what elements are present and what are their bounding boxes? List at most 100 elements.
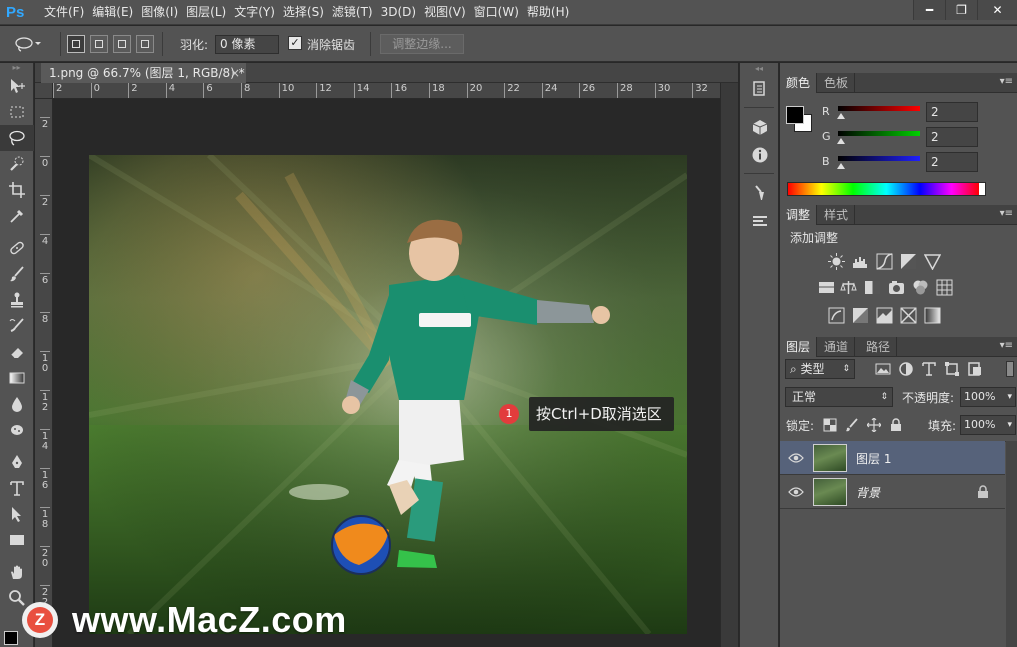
green-channel-track[interactable] — [838, 131, 920, 136]
restore-button[interactable]: ❐ — [945, 0, 977, 20]
panel-menu-icon[interactable]: ▾≡ — [1000, 76, 1013, 87]
exposure-icon[interactable] — [900, 253, 917, 270]
filter-type-icon[interactable] — [921, 361, 937, 377]
close-button[interactable]: ✕ — [977, 0, 1017, 20]
green-channel-value[interactable]: 2 — [926, 127, 978, 147]
layer-thumbnail[interactable] — [813, 478, 847, 506]
photo-filter-icon[interactable] — [888, 279, 905, 296]
lock-transparent-pixels-icon[interactable] — [823, 418, 837, 432]
horizontal-ruler[interactable]: 2 0 2 4 6 8 10 12 14 16 18 20 22 24 26 28 30 32 — [53, 83, 720, 99]
minimize-button[interactable]: ━ — [913, 0, 945, 20]
filter-adjustment-icon[interactable] — [898, 361, 914, 377]
hue-saturation-icon[interactable] — [818, 279, 835, 296]
move-tool[interactable] — [0, 73, 34, 99]
brightness-contrast-icon[interactable] — [828, 253, 845, 270]
quick-select-tool[interactable] — [0, 151, 34, 177]
eraser-tool[interactable] — [0, 339, 34, 365]
menu-layer[interactable]: 图层(L) — [186, 0, 234, 25]
filter-pixel-icon[interactable] — [875, 361, 891, 377]
gradient-map-icon[interactable] — [924, 307, 941, 324]
tab-paths[interactable]: 路径 — [860, 337, 898, 357]
menu-type[interactable]: 文字(Y) — [234, 0, 283, 25]
document-tab[interactable]: 1.png @ 66.7% (图层 1, RGB/8) * × — [41, 63, 246, 83]
color-spectrum-ramp[interactable] — [787, 182, 986, 196]
menu-file[interactable]: 文件(F) — [44, 0, 92, 25]
layer-filter-kind-select[interactable]: ⌕ 类型 ⇕ — [785, 359, 855, 379]
eye-icon[interactable] — [788, 450, 804, 466]
tab-color[interactable]: 颜色 — [780, 73, 818, 93]
panel-menu-icon[interactable]: ▾≡ — [1000, 340, 1013, 351]
layer-thumbnail[interactable] — [813, 444, 847, 472]
red-channel-value[interactable]: 2 — [926, 102, 978, 122]
curves-icon[interactable] — [876, 253, 893, 270]
menu-3d[interactable]: 3D(D) — [381, 0, 424, 25]
antialias-checkbox[interactable]: ✓ — [288, 36, 302, 50]
brush-presets-panel-button[interactable] — [740, 179, 780, 207]
blend-mode-select[interactable]: 正常 ⇕ — [785, 387, 893, 407]
panel-menu-icon[interactable]: ▾≡ — [1000, 208, 1013, 219]
path-select-tool[interactable] — [0, 501, 34, 527]
green-channel-slider[interactable]: G 2 — [822, 127, 1012, 152]
tab-layers[interactable]: 图层 — [780, 337, 818, 357]
layers-scrollbar[interactable] — [1006, 441, 1017, 647]
red-channel-slider[interactable]: R 2 — [822, 102, 1012, 127]
fill-input[interactable]: 100% ▾ — [960, 415, 1016, 435]
lock-all-icon[interactable] — [889, 418, 903, 432]
pen-tool[interactable] — [0, 449, 34, 475]
hand-tool[interactable] — [0, 559, 34, 585]
layer-name[interactable]: 背景 — [856, 484, 880, 501]
menu-select[interactable]: 选择(S) — [283, 0, 332, 25]
menu-help[interactable]: 帮助(H) — [527, 0, 577, 25]
brush-tool[interactable] — [0, 261, 34, 287]
eye-icon[interactable] — [788, 484, 804, 500]
red-channel-knob[interactable] — [837, 113, 845, 119]
menu-image[interactable]: 图像(I) — [141, 0, 186, 25]
vertical-ruler[interactable]: 20246810121416182022 — [35, 99, 53, 647]
layer-row[interactable]: 图层 1 — [780, 441, 1005, 475]
clone-stamp-tool[interactable] — [0, 287, 34, 313]
menu-window[interactable]: 窗口(W) — [474, 0, 527, 25]
invert-icon[interactable] — [828, 307, 845, 324]
filter-toggle-switch[interactable] — [1006, 361, 1014, 377]
black-white-icon[interactable] — [864, 279, 881, 296]
rectangle-tool[interactable] — [0, 527, 34, 553]
opacity-input[interactable]: 100% ▾ — [960, 387, 1016, 407]
new-selection-button[interactable] — [67, 35, 85, 53]
lasso-preset-picker[interactable] — [14, 35, 42, 53]
info-panel-button[interactable] — [740, 141, 780, 169]
lock-image-pixels-icon[interactable] — [845, 418, 859, 432]
color-balance-icon[interactable] — [840, 279, 857, 296]
foreground-color-swatch[interactable] — [786, 106, 804, 124]
healing-brush-tool[interactable] — [0, 235, 34, 261]
panel-grip[interactable]: ◂◂ — [740, 63, 778, 75]
posterize-icon[interactable] — [852, 307, 869, 324]
feather-input[interactable]: 0 像素 — [215, 35, 279, 54]
dodge-tool[interactable] — [0, 417, 34, 443]
levels-icon[interactable] — [852, 253, 869, 270]
tab-adjustments[interactable]: 调整 — [780, 205, 818, 225]
layer-row[interactable]: 背景 — [780, 475, 1005, 509]
tool-presets-panel-button[interactable] — [740, 207, 780, 235]
blue-channel-value[interactable]: 2 — [926, 152, 978, 172]
type-tool[interactable] — [0, 475, 34, 501]
lock-position-icon[interactable] — [867, 418, 881, 432]
filter-shape-icon[interactable] — [944, 361, 960, 377]
blue-channel-slider[interactable]: B 2 — [822, 152, 1012, 177]
layer-name[interactable]: 图层 1 — [856, 450, 891, 467]
vibrance-icon[interactable] — [924, 253, 941, 270]
color-lookup-icon[interactable] — [936, 279, 953, 296]
menu-view[interactable]: 视图(V) — [424, 0, 474, 25]
actions-panel-button[interactable] — [740, 113, 780, 141]
subtract-selection-button[interactable] — [113, 35, 131, 53]
channel-mixer-icon[interactable] — [912, 279, 929, 296]
history-panel-button[interactable] — [740, 75, 780, 103]
tab-swatches[interactable]: 色板 — [818, 73, 856, 93]
threshold-icon[interactable] — [876, 307, 893, 324]
blue-channel-track[interactable] — [838, 156, 920, 161]
tab-styles[interactable]: 样式 — [818, 205, 856, 225]
intersect-selection-button[interactable] — [136, 35, 154, 53]
gradient-tool[interactable] — [0, 365, 34, 391]
close-tab-icon[interactable]: × — [230, 63, 240, 83]
menu-filter[interactable]: 滤镜(T) — [332, 0, 381, 25]
panel-grip[interactable]: ▸▸ — [0, 63, 33, 73]
